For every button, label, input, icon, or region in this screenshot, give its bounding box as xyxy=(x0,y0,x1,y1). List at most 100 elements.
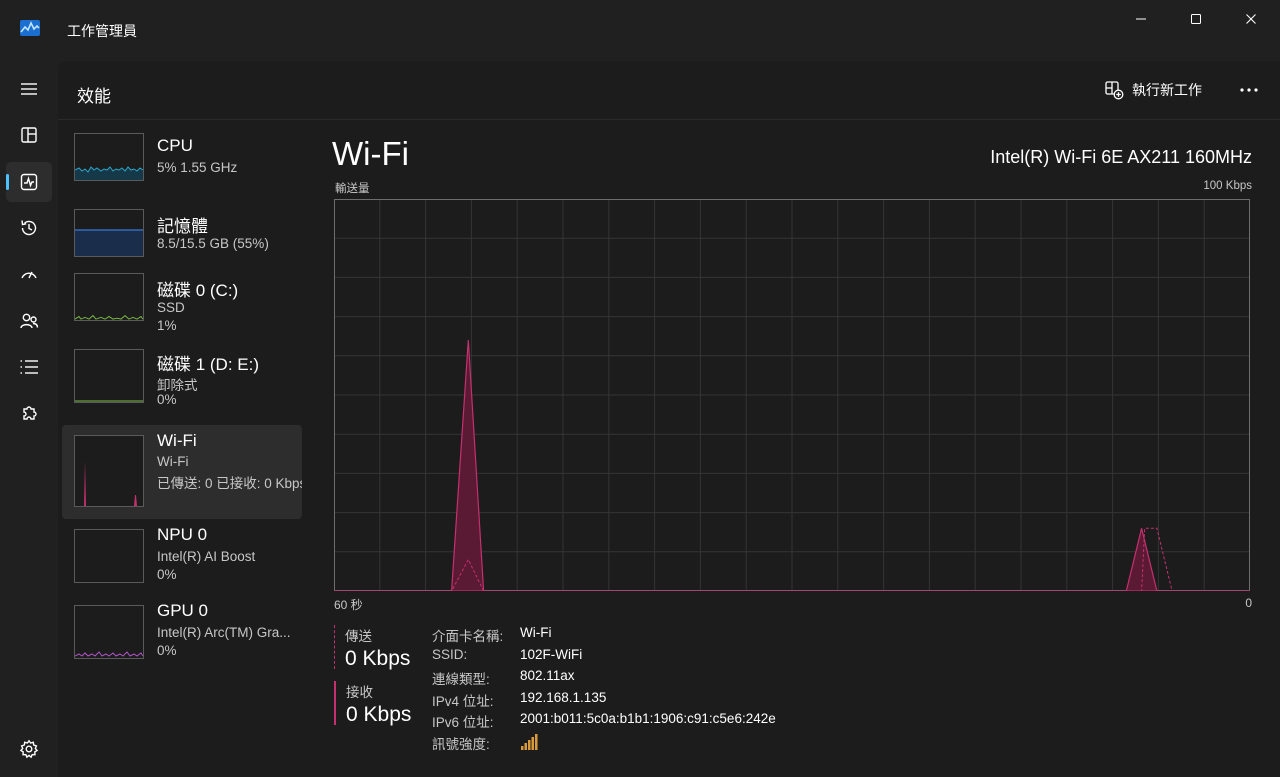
wifi-thumbnail-graph xyxy=(74,435,144,507)
property-value: 192.168.1.135 xyxy=(520,689,607,705)
receive-value: 0 Kbps xyxy=(346,703,412,726)
run-new-task-icon xyxy=(1105,81,1124,100)
property-row: 介面卡名稱: Wi-Fi xyxy=(432,625,776,647)
device-usage: 5% 1.55 GHz xyxy=(157,160,238,175)
detail-title: Wi-Fi xyxy=(332,135,409,172)
more-options-icon xyxy=(1240,88,1258,92)
property-key: IPv4 位址: xyxy=(432,693,494,709)
send-value: 0 Kbps xyxy=(345,647,411,670)
nav-startup-apps[interactable] xyxy=(6,254,52,294)
maximize-button[interactable] xyxy=(1173,6,1219,32)
device-item-gpu[interactable]: GPU 0 Intel(R) Arc(TM) Gra... 0% xyxy=(62,599,302,675)
close-icon xyxy=(1246,14,1256,24)
npu-thumbnail-graph xyxy=(74,529,144,583)
device-item-wifi[interactable]: Wi-Fi Wi-Fi 已傳送: 0 已接收: 0 Kbps xyxy=(62,425,302,519)
navigation-rail xyxy=(0,60,58,777)
page-title: 效能 xyxy=(77,87,111,106)
signal-strength-icon xyxy=(521,733,538,750)
send-label: 傳送 xyxy=(345,629,372,644)
nav-users[interactable] xyxy=(6,301,52,341)
nav-app-history[interactable] xyxy=(6,208,52,248)
property-key: 連線類型: xyxy=(432,672,490,687)
throughput-graph xyxy=(334,199,1250,591)
users-icon xyxy=(20,313,39,329)
nav-services[interactable] xyxy=(6,394,52,434)
minimize-icon xyxy=(1136,18,1146,20)
more-options-button[interactable] xyxy=(1236,79,1262,101)
cpu-thumbnail-graph xyxy=(74,133,144,181)
device-type: Intel(R) AI Boost xyxy=(157,549,256,564)
property-value: 102F-WiFi xyxy=(520,646,583,662)
memory-thumbnail-graph xyxy=(74,209,144,257)
title-bar: 工作管理員 xyxy=(0,0,1280,60)
send-stat: 傳送 0 Kbps xyxy=(334,625,411,670)
hamburger-menu-button[interactable] xyxy=(6,69,52,109)
property-row: 訊號強度: xyxy=(432,733,776,755)
services-puzzle-icon xyxy=(23,406,37,420)
device-type: SSD xyxy=(157,300,185,315)
device-list: CPU 5% 1.55 GHz 記憶體 8.5/15.5 GB (55%) 磁碟… xyxy=(62,127,302,675)
window-title: 工作管理員 xyxy=(67,23,137,39)
device-usage: 8.5/15.5 GB (55%) xyxy=(157,236,269,251)
settings-gear-icon xyxy=(19,739,39,759)
device-type: Wi-Fi xyxy=(157,454,189,469)
device-type: 卸除式 xyxy=(157,378,198,393)
selected-indicator xyxy=(6,174,9,190)
gpu-thumbnail-graph xyxy=(74,605,144,659)
page-header: 效能 執行新工作 xyxy=(58,61,1280,120)
close-button[interactable] xyxy=(1228,6,1274,32)
disk0-thumbnail-graph xyxy=(74,273,144,321)
device-usage: 0% xyxy=(157,643,177,658)
nav-processes[interactable] xyxy=(6,115,52,155)
property-key: SSID: xyxy=(432,646,468,662)
device-item-disk0[interactable]: 磁碟 0 (C:) SSD 1% xyxy=(62,273,302,349)
history-icon xyxy=(21,220,37,236)
device-throughput: 已傳送: 0 已接收: 0 Kbps xyxy=(157,476,302,491)
device-usage: 0% xyxy=(157,567,177,582)
property-value: Wi-Fi xyxy=(520,625,552,640)
device-name: 記憶體 xyxy=(157,217,208,236)
details-list-icon xyxy=(20,360,38,374)
graph-max-label: 100 Kbps xyxy=(1203,180,1252,192)
property-value: 2001:b011:5c0a:b1b1:1906:c91:c5e6:242e xyxy=(520,711,776,726)
receive-stat: 接收 0 Kbps xyxy=(334,681,412,726)
performance-icon xyxy=(20,173,38,191)
device-name: CPU xyxy=(157,136,193,155)
device-item-disk1[interactable]: 磁碟 1 (D: E:) 卸除式 0% xyxy=(62,349,302,425)
property-row: IPv4 位址: 192.168.1.135 xyxy=(432,690,776,712)
property-key: 訊號強度: xyxy=(432,736,490,752)
device-type: Intel(R) Arc(TM) Gra... xyxy=(157,625,291,640)
nav-performance[interactable] xyxy=(6,162,52,202)
adapter-name: Intel(R) Wi-Fi 6E AX211 160MHz xyxy=(990,147,1252,167)
task-manager-app-icon xyxy=(20,20,40,36)
property-row: IPv6 位址: 2001:b011:5c0a:b1b1:1906:c91:c5e… xyxy=(432,711,776,733)
nav-details[interactable] xyxy=(6,347,52,387)
property-row: SSID: 102F-WiFi xyxy=(432,647,776,669)
graph-time-end: 0 xyxy=(1245,596,1252,610)
property-key: IPv6 位址: xyxy=(432,715,494,730)
run-new-task-label: 執行新工作 xyxy=(1132,82,1202,98)
signal-strength xyxy=(520,733,538,755)
property-row: 連線類型: 802.11ax xyxy=(432,668,776,690)
property-value: 802.11ax xyxy=(520,668,575,683)
run-new-task-button[interactable]: 執行新工作 xyxy=(1104,79,1202,101)
hamburger-icon xyxy=(21,83,37,95)
processes-icon xyxy=(21,127,37,143)
nav-settings[interactable] xyxy=(6,729,52,769)
device-item-memory[interactable]: 記憶體 8.5/15.5 GB (55%) xyxy=(62,203,302,273)
device-name: 磁碟 0 (C:) xyxy=(157,281,239,300)
device-item-npu[interactable]: NPU 0 Intel(R) AI Boost 0% xyxy=(62,523,302,599)
receive-label: 接收 xyxy=(346,685,373,700)
main-panel: 效能 執行新工作 CPU 5% 1.55 GHz 記憶體 8.5/15.5 GB… xyxy=(58,61,1280,777)
graph-time-start: 60 秒 xyxy=(334,598,363,612)
device-name: Wi-Fi xyxy=(157,431,197,450)
startup-speedometer-icon xyxy=(21,271,37,279)
minimize-button[interactable] xyxy=(1118,6,1164,32)
graph-label: 輸送量 xyxy=(335,183,370,195)
device-usage: 0% xyxy=(157,392,177,407)
device-name: 磁碟 1 (D: E:) xyxy=(157,355,260,374)
device-name: GPU 0 xyxy=(157,601,209,620)
disk1-thumbnail-graph xyxy=(74,349,144,403)
properties-table: 介面卡名稱: Wi-Fi SSID: 102F-WiFi 連線類型: 802.11ax… xyxy=(432,625,776,754)
device-item-cpu[interactable]: CPU 5% 1.55 GHz xyxy=(62,127,302,203)
